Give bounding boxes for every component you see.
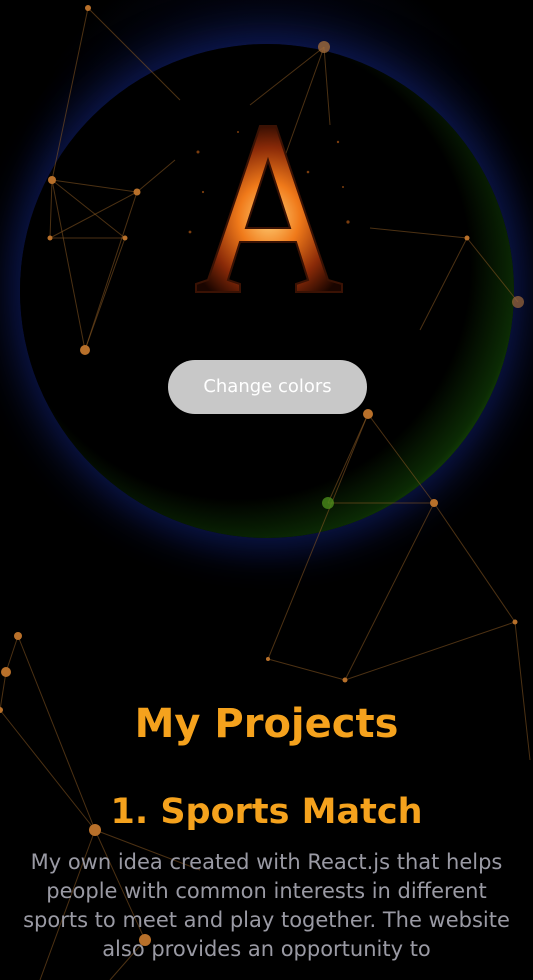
page: A Change colors My Projects 1. Sports Ma… — [0, 0, 533, 980]
project-description: My own idea created with React.js that h… — [23, 850, 510, 961]
svg-text:A: A — [268, 285, 269, 288]
fiery-letter-a-logo-icon: A — [188, 125, 350, 293]
change-colors-button[interactable]: Change colors — [168, 360, 367, 414]
project-title[interactable]: 1. Sports Match — [0, 784, 533, 840]
projects-heading: My Projects — [134, 701, 399, 747]
